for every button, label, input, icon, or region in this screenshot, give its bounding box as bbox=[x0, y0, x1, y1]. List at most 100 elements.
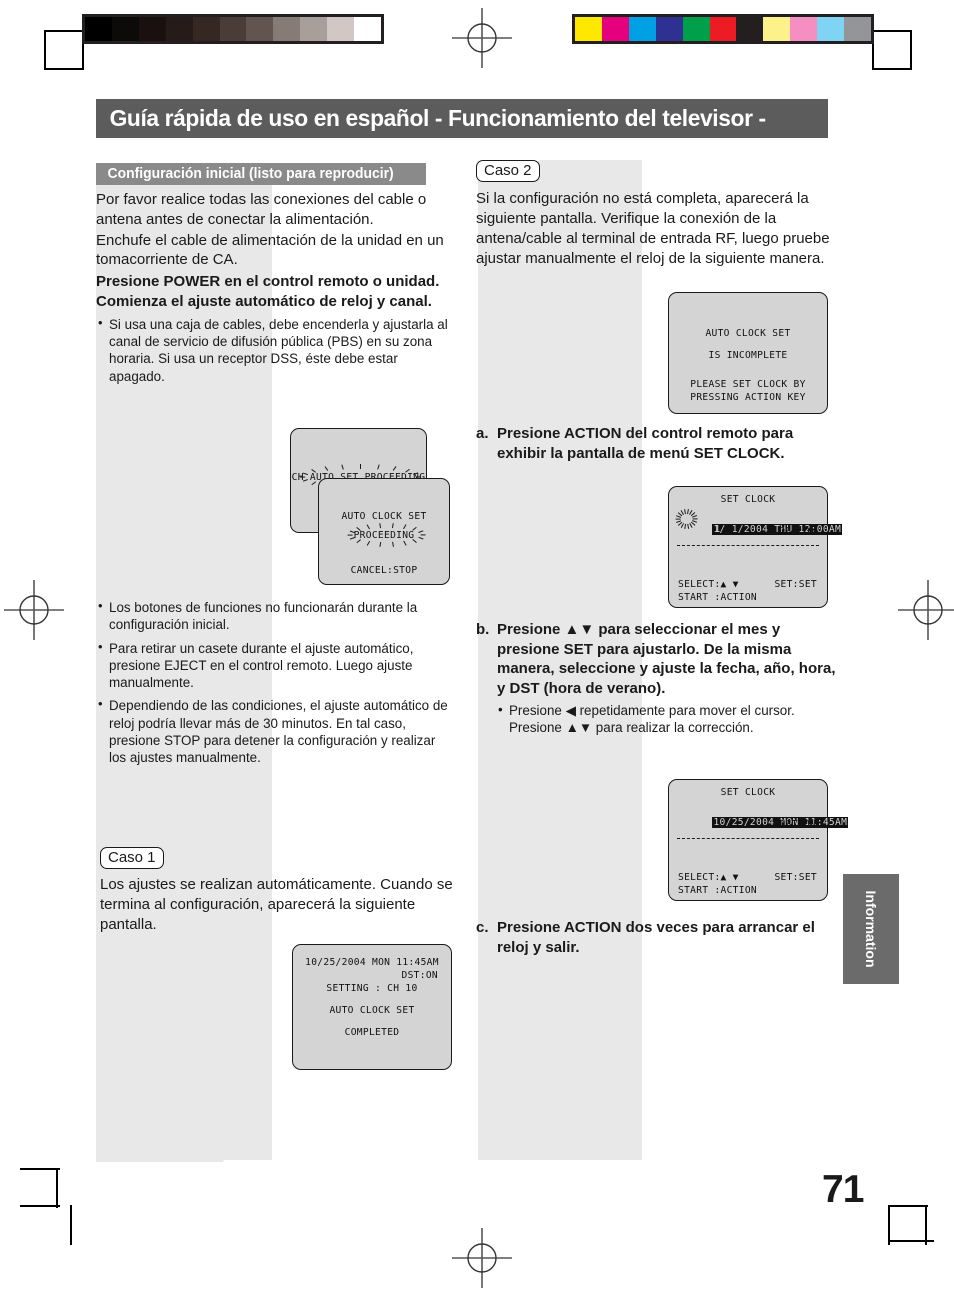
blink-tick bbox=[403, 541, 407, 546]
crop-mark-bl-v2 bbox=[70, 1205, 72, 1245]
osd-setclock2-title: SET CLOCK bbox=[720, 787, 776, 798]
blink-tick bbox=[299, 476, 305, 478]
color-patch bbox=[601, 17, 629, 41]
crop-mark-br-h bbox=[888, 1205, 928, 1207]
caso1-badge: Caso 1 bbox=[100, 847, 164, 870]
step-c: c. Presione ACTION dos veces para arranc… bbox=[476, 918, 842, 957]
step-c-text: Presione ACTION dos veces para arrancar … bbox=[497, 919, 815, 956]
section-heading-text: Configuración inicial (listo para reprod… bbox=[107, 166, 394, 182]
crop-mark-br-v bbox=[888, 1205, 890, 1245]
left-bullets-top: Si usa una caja de cables, debe encender… bbox=[96, 315, 456, 385]
blink-tick bbox=[421, 534, 426, 536]
step-a-marker: a. bbox=[476, 425, 489, 442]
crop-mark-bl-v bbox=[56, 1168, 58, 1208]
blink-tick bbox=[418, 537, 424, 540]
blink-tick bbox=[366, 524, 370, 529]
osd-completed-line1: 10/25/2004 MON 11:45AM bbox=[305, 957, 439, 968]
step-b-text: Presione ▲▼ para seleccionar el mes y pr… bbox=[497, 621, 836, 697]
osd-completed-line5: COMPLETED bbox=[344, 1027, 400, 1038]
crop-mark-tr-h bbox=[872, 30, 912, 32]
blink-tick bbox=[693, 518, 698, 520]
color-patch bbox=[736, 17, 764, 41]
side-tab-label: Information bbox=[863, 890, 879, 968]
osd-setclock-datetime: 1/ 1/2004 THU 12:00AM bbox=[712, 524, 843, 535]
blink-tick bbox=[356, 539, 361, 544]
list-item: Para retirar un casete durante el ajuste… bbox=[96, 639, 456, 692]
blink-tick bbox=[675, 518, 681, 520]
page-number: 71 bbox=[822, 1168, 864, 1211]
crop-mark-tr-v bbox=[910, 30, 912, 70]
osd-setclock2-footer-left: SELECT:▲ ▼ bbox=[678, 872, 739, 883]
osd-auto-clock-proceeding: AUTO CLOCK SET PROCEEDING CANCEL:STOP bbox=[318, 478, 450, 585]
registration-mark-left bbox=[4, 580, 64, 640]
blink-tick bbox=[413, 472, 418, 475]
blink-tick bbox=[359, 464, 361, 469]
blink-tick bbox=[692, 515, 698, 518]
osd-setclock-title: SET CLOCK bbox=[720, 494, 776, 505]
color-patch bbox=[790, 17, 818, 41]
step-a-block: a. Presione ACTION del control remoto pa… bbox=[476, 424, 842, 463]
color-patch bbox=[763, 17, 791, 41]
blink-tick bbox=[687, 524, 690, 529]
blink-tick bbox=[302, 479, 308, 482]
blink-tick bbox=[356, 526, 361, 531]
step-b-marker: b. bbox=[476, 621, 490, 638]
gray-patch bbox=[111, 17, 139, 41]
blink-tick bbox=[392, 466, 397, 471]
step-b-block: b. Presione ▲▼ para seleccionar el mes y… bbox=[476, 620, 842, 737]
osd-set-clock-adjusted: SET CLOCK 10/25/2004 MON 11:45AM DST:ON … bbox=[668, 779, 849, 901]
right-column: Caso 2 Si la configuración no está compl… bbox=[476, 160, 836, 268]
osd-auto-clock-line3: CANCEL:STOP bbox=[350, 565, 418, 576]
crop-mark-bl-h bbox=[20, 1205, 60, 1207]
step-b: b. Presione ▲▼ para seleccionar el mes y… bbox=[476, 620, 842, 737]
caso2-badge: Caso 2 bbox=[476, 160, 540, 183]
blink-tick bbox=[340, 464, 344, 470]
crop-mark-tr-h2 bbox=[872, 68, 912, 70]
section-side-tab: Information bbox=[843, 874, 899, 984]
blink-burst-icon bbox=[675, 509, 698, 529]
page-title-banner: Guía rápida de uso en español - Funciona… bbox=[96, 99, 828, 138]
step-b-substeps: Presione ◀ repetidamente para mover el c… bbox=[497, 701, 842, 737]
blink-tick bbox=[379, 523, 382, 528]
blink-tick bbox=[403, 524, 407, 529]
list-item: Los botones de funciones no funcionarán … bbox=[96, 598, 456, 634]
caso1-text: Los ajustes se realizan automáticamente.… bbox=[100, 876, 453, 933]
page-title: Guía rápida de uso en español - Funciona… bbox=[109, 105, 767, 131]
gray-patch bbox=[246, 17, 274, 41]
blink-tick bbox=[302, 472, 308, 475]
color-calibration-strip bbox=[572, 14, 874, 44]
left-intro-1: Por favor realice todas las conexiones d… bbox=[96, 191, 427, 228]
color-patch bbox=[817, 17, 845, 41]
crop-mark-br-v2 bbox=[925, 1205, 927, 1245]
color-patch bbox=[628, 17, 656, 41]
osd-setclock-footer-right: SET:SET bbox=[774, 579, 817, 590]
osd-completed-line2: DST:ON bbox=[401, 970, 438, 981]
blink-tick bbox=[684, 524, 687, 529]
crop-mark-br-h2 bbox=[888, 1240, 934, 1242]
osd-setclock-dst: DST:ON bbox=[779, 526, 816, 537]
osd-setclock2-footer-right: SET:SET bbox=[774, 872, 817, 883]
step-a: a. Presione ACTION del control remoto pa… bbox=[476, 424, 842, 463]
color-patch bbox=[655, 17, 683, 41]
blink-tick bbox=[324, 466, 328, 471]
osd-incomplete-line1: AUTO CLOCK SET bbox=[705, 328, 791, 339]
blink-tick bbox=[310, 468, 316, 473]
registration-mark-top bbox=[452, 8, 512, 68]
step-c-block: c. Presione ACTION dos veces para arranc… bbox=[476, 918, 842, 957]
grayscale-calibration-strip bbox=[82, 14, 384, 44]
step-c-marker: c. bbox=[476, 919, 489, 936]
registration-mark-bottom bbox=[452, 1228, 512, 1288]
list-item: Si usa una caja de cables, debe encender… bbox=[96, 315, 456, 385]
registration-mark-right bbox=[898, 580, 954, 640]
osd-setclock2-footer-start: START :ACTION bbox=[678, 885, 757, 896]
step-a-text: Presione ACTION del control remoto para … bbox=[497, 425, 794, 462]
osd-setclock2-dst: DST:ON bbox=[779, 819, 816, 830]
list-item: Dependiendo de las condiciones, el ajust… bbox=[96, 696, 456, 766]
color-patch bbox=[709, 17, 737, 41]
blink-burst-icon bbox=[347, 523, 426, 547]
osd-completed-line4: AUTO CLOCK SET bbox=[329, 1005, 415, 1016]
crop-mark-bl-h2 bbox=[20, 1168, 60, 1170]
gray-patch bbox=[273, 17, 301, 41]
gray-patch bbox=[85, 17, 112, 41]
blink-tick bbox=[418, 530, 424, 533]
